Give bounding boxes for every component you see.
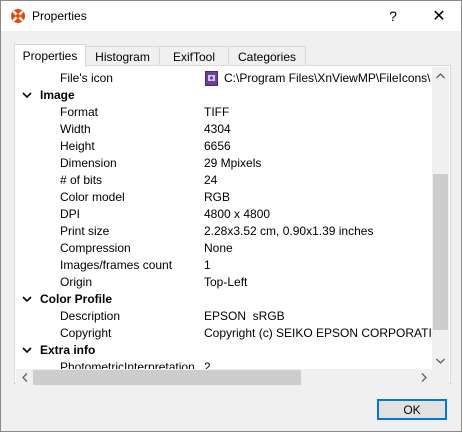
property-value: Copyright (c) SEIKO EPSON CORPORATION — [204, 326, 432, 340]
property-name: Format — [60, 105, 99, 119]
close-button[interactable]: ✕ — [419, 1, 459, 31]
property-name: DPI — [60, 207, 81, 221]
chevron-down-icon — [22, 92, 32, 99]
help-button[interactable]: ? — [373, 1, 413, 31]
tab-label: Categories — [237, 49, 297, 64]
property-name: Compression — [60, 241, 131, 255]
tab-properties[interactable]: Properties — [14, 44, 86, 67]
property-value: TIFF — [204, 105, 230, 119]
tab-label: Histogram — [95, 49, 150, 64]
category-label: Image — [40, 88, 75, 102]
property-value: 4304 — [204, 122, 231, 136]
property-value: 2.28x3.52 cm, 0.90x1.39 inches — [204, 224, 374, 238]
tab-label: Properties — [22, 49, 78, 63]
property-value: C:\Program Files\XnViewMP\FileIcons\ — [224, 71, 431, 85]
category-label: Extra info — [40, 343, 96, 357]
property-value: Top-Left — [204, 275, 248, 289]
close-icon: ✕ — [432, 8, 446, 25]
property-row-print-size[interactable]: Print size 2.28x3.52 cm, 0.90x1.39 inche… — [16, 223, 432, 240]
property-name: Origin — [60, 275, 93, 289]
tab-histogram[interactable]: Histogram — [85, 46, 160, 66]
property-row-height[interactable]: Height 6656 — [16, 138, 432, 155]
tab-categories[interactable]: Categories — [228, 46, 306, 66]
property-row-frames-count[interactable]: Images/frames count 1 — [16, 257, 432, 274]
property-row-dimension[interactable]: Dimension 29 Mpixels — [16, 155, 432, 172]
file-type-icon — [205, 71, 218, 86]
property-name: Color model — [60, 190, 125, 204]
property-row-photometric[interactable]: PhotometricInterpretation 2 — [16, 359, 432, 369]
property-name: Images/frames count — [60, 258, 173, 272]
chevron-down-icon — [22, 347, 32, 354]
tab-exiftool[interactable]: ExifTool — [159, 46, 229, 66]
property-name: File's icon — [60, 71, 113, 85]
category-image[interactable]: Image — [16, 87, 432, 104]
property-name: Copyright — [60, 326, 112, 340]
tab-label: ExifTool — [172, 49, 216, 64]
vertical-scrollbar[interactable] — [432, 67, 449, 369]
property-name: Description — [60, 309, 121, 323]
property-row-format[interactable]: Format TIFF — [16, 104, 432, 121]
property-value: EPSON sRGB — [204, 309, 285, 323]
xnview-app-icon — [11, 9, 25, 23]
ok-label: OK — [403, 402, 421, 417]
horizontal-scrollbar[interactable] — [16, 369, 432, 386]
property-row-origin[interactable]: Origin Top-Left — [16, 274, 432, 291]
category-extra-info[interactable]: Extra info — [16, 342, 432, 359]
scrollbar-corner — [432, 369, 449, 386]
property-row-copyright[interactable]: Copyright Copyright (c) SEIKO EPSON CORP… — [16, 325, 432, 342]
property-name: PhotometricInterpretation — [60, 360, 195, 369]
property-value: 29 Mpixels — [204, 156, 262, 170]
scroll-up-arrow-icon[interactable] — [432, 67, 449, 84]
property-row-description[interactable]: Description EPSON sRGB — [16, 308, 432, 325]
property-value: 24 — [204, 173, 218, 187]
title-bar[interactable]: Properties ? ✕ — [1, 1, 461, 31]
scroll-left-arrow-icon[interactable] — [16, 369, 33, 386]
properties-dialog: Properties ? ✕ Properties Histogram Exif… — [0, 0, 462, 432]
property-name: # of bits — [60, 173, 103, 187]
property-name: Height — [60, 139, 95, 153]
property-value: 4800 x 4800 — [204, 207, 271, 221]
property-name: Dimension — [60, 156, 117, 170]
property-row-compression[interactable]: Compression None — [16, 240, 432, 257]
window-title: Properties — [32, 9, 87, 23]
properties-panel: File's icon C:\Program Files\XnViewMP\Fi… — [14, 65, 451, 386]
property-value: 1 — [204, 258, 211, 272]
category-color-profile[interactable]: Color Profile — [16, 291, 432, 308]
property-row-color-model[interactable]: Color model RGB — [16, 189, 432, 206]
property-row-width[interactable]: Width 4304 — [16, 121, 432, 138]
category-label: Color Profile — [40, 292, 113, 306]
vertical-scroll-thumb[interactable] — [433, 174, 448, 330]
property-value: RGB — [204, 190, 231, 204]
property-value: 6656 — [204, 139, 231, 153]
property-name: Print size — [60, 224, 110, 238]
help-label: ? — [389, 8, 397, 24]
chevron-down-icon — [22, 296, 32, 303]
property-name: Width — [60, 122, 91, 136]
horizontal-scroll-thumb[interactable] — [33, 370, 301, 385]
property-list[interactable]: File's icon C:\Program Files\XnViewMP\Fi… — [16, 67, 432, 369]
property-value: 2 — [204, 360, 211, 369]
scroll-down-arrow-icon[interactable] — [432, 352, 449, 369]
property-row-dpi[interactable]: DPI 4800 x 4800 — [16, 206, 432, 223]
ok-button[interactable]: OK — [377, 399, 447, 420]
property-value: None — [204, 241, 233, 255]
property-row-bits[interactable]: # of bits 24 — [16, 172, 432, 189]
property-row-file-icon[interactable]: File's icon C:\Program Files\XnViewMP\Fi… — [16, 70, 432, 87]
scroll-right-arrow-icon[interactable] — [415, 369, 432, 386]
